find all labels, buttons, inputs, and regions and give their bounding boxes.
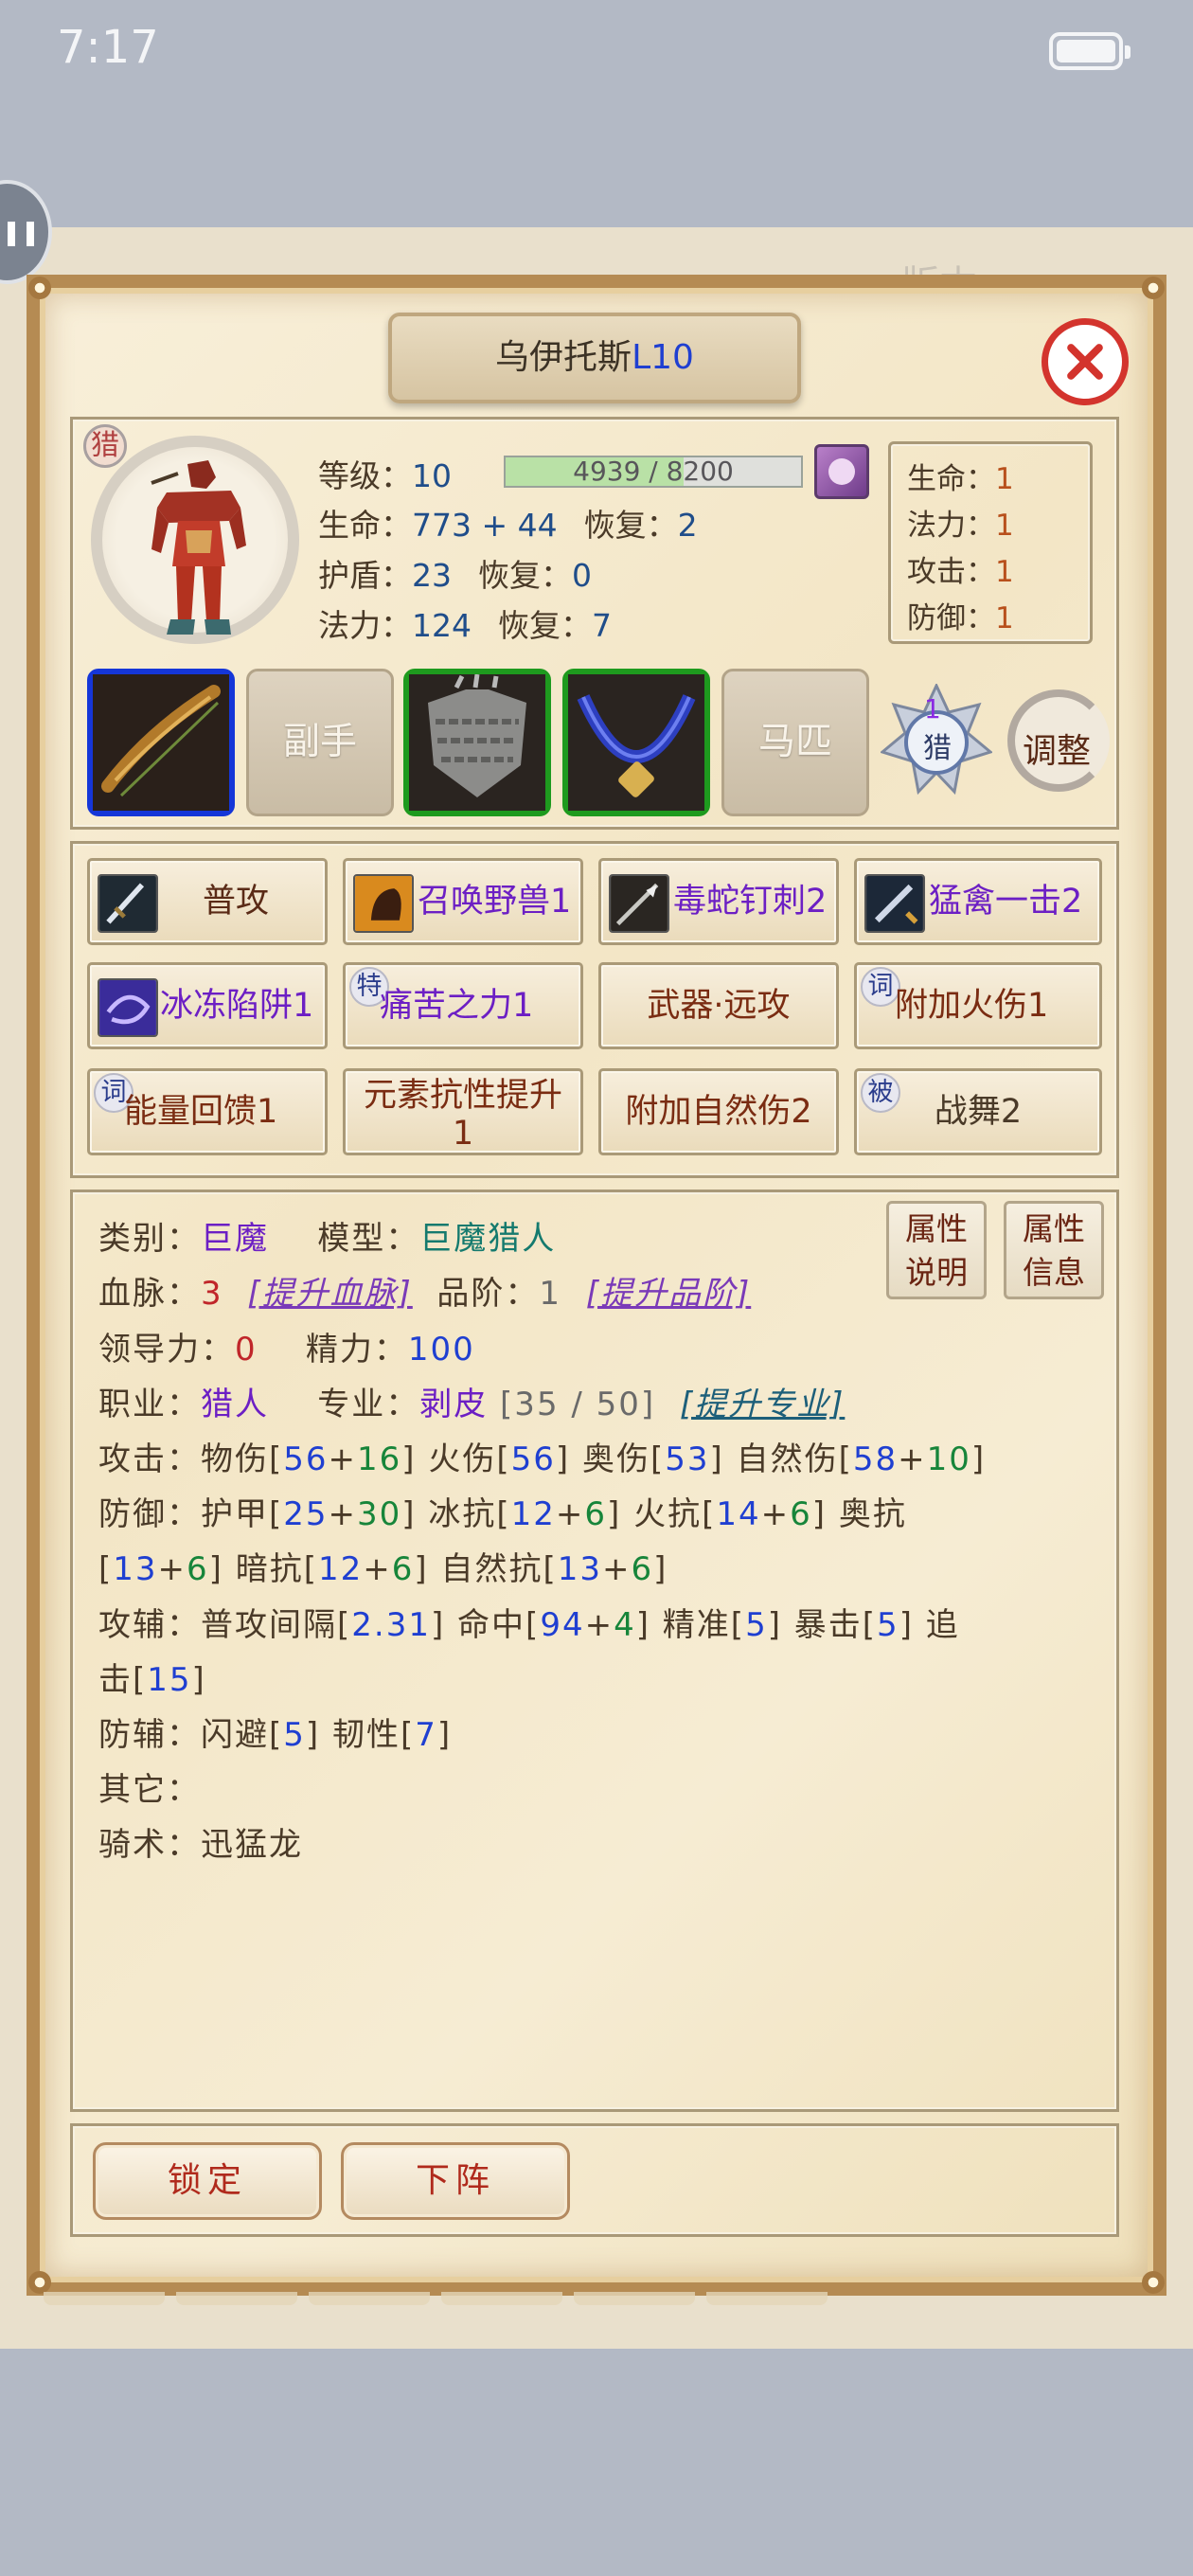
skill-label: 召唤野兽1 [418, 883, 572, 921]
bonus-attack: 攻击：1 [907, 555, 1014, 589]
skill-label: 附加火伤1 [895, 987, 1049, 1025]
tab-stub [706, 2292, 828, 2305]
stat-shield: 护盾：23 恢复：0 [318, 557, 592, 594]
skill-label: 能量回馈1 [124, 1093, 278, 1131]
info-category-line: 类别：巨魔 模型：巨魔猎人 [98, 1220, 557, 1258]
battery-icon [1049, 32, 1131, 70]
skill-elemental-resist[interactable]: 元素抗性提升 1 [343, 1068, 583, 1155]
equip-slot-necklace[interactable] [562, 669, 710, 816]
info-attack-assist-line: 攻辅：普攻间隔[2.31] 命中[94+4] 精准[5] 暴击[5] 追 [98, 1606, 960, 1644]
skill-label: 痛苦之力1 [380, 987, 534, 1025]
skill-label: 附加自然伤2 [625, 1093, 812, 1131]
equip-slot-offhand[interactable]: 副手 [246, 669, 394, 816]
close-button[interactable] [1042, 318, 1129, 405]
tab-stub [44, 2292, 165, 2305]
tab-stub [176, 2292, 297, 2305]
skill-label: 元素抗性提升 1 [363, 1077, 562, 1153]
spear-icon [609, 874, 669, 933]
frost-icon [98, 978, 158, 1037]
skill-label: 普攻 [202, 883, 269, 921]
corner-ornament [1142, 277, 1165, 299]
stat-hp: 生命：773 + 44 恢复：2 [318, 507, 698, 544]
remove-from-team-button[interactable]: 下阵 [341, 2142, 570, 2220]
info-other-line: 其它： [98, 1771, 201, 1809]
info-attack-assist-line-2: 击[15] [98, 1661, 206, 1699]
info-profession-line: 职业：猎人 专业：剥皮 [35 / 50] [提升专业] [98, 1386, 846, 1423]
skill-summon-beast[interactable]: 召唤野兽1 [343, 858, 583, 945]
info-attack-line: 攻击：物伤[56+16] 火伤[56] 奥伤[53] 自然伤[58+10] [98, 1440, 987, 1478]
equip-slot-armor[interactable] [403, 669, 551, 816]
equip-slot-offhand-label: 副手 [282, 721, 357, 763]
skill-label: 毒蛇钉刺2 [673, 883, 828, 921]
attribute-info-button[interactable]: 属性 信息 [1004, 1201, 1104, 1299]
equip-slot-mount-label: 马匹 [757, 721, 832, 763]
upgrade-profession-link[interactable]: [提升专业] [680, 1386, 846, 1423]
tab-stub [574, 2292, 695, 2305]
skill-nature-damage[interactable]: 附加自然伤2 [598, 1068, 839, 1155]
troll-hunter-avatar [151, 460, 246, 635]
stat-level: 等级：10 [318, 457, 452, 494]
necklace-icon [568, 674, 704, 811]
lock-button[interactable]: 锁定 [93, 2142, 322, 2220]
skill-war-dance[interactable]: 被 战舞2 [854, 1068, 1102, 1155]
character-name: 乌伊托斯 [495, 338, 632, 377]
skill-frost-trap[interactable]: 冰冻陷阱1 [87, 962, 328, 1049]
corner-ornament [28, 277, 51, 299]
strike-icon [864, 874, 925, 933]
gift-icon[interactable] [814, 444, 869, 499]
skill-pain-force[interactable]: 特 痛苦之力1 [343, 962, 583, 1049]
skill-normal-attack[interactable]: 普攻 [87, 858, 328, 945]
xp-progress-text: 4939 / 8200 [573, 456, 734, 487]
skill-label: 战舞2 [934, 1093, 1023, 1131]
skill-label: 猛禽一击2 [929, 883, 1083, 921]
status-bar: 7:17 [0, 0, 1193, 104]
tab-stub [441, 2292, 562, 2305]
upgrade-grade-link[interactable]: [提升品阶] [586, 1275, 752, 1313]
attribute-explain-button[interactable]: 属性 说明 [886, 1201, 987, 1299]
skill-fire-damage[interactable]: 词 附加火伤1 [854, 962, 1102, 1049]
info-bloodline-line: 血脉：3 [提升血脉] 品阶：1 [提升品阶] [98, 1275, 752, 1313]
corner-ornament [28, 2271, 51, 2294]
character-level-tag: L10 [632, 338, 694, 377]
tab-stub [309, 2292, 430, 2305]
info-defense-assist-line: 防辅：闪避[5] 韧性[7] [98, 1716, 453, 1754]
stat-mana: 法力：124 恢复：7 [318, 607, 612, 644]
adjust-button-label[interactable]: 调整 [1023, 724, 1091, 773]
info-leadership-line: 领导力：0 精力：100 [98, 1331, 475, 1368]
corner-ornament [1142, 2271, 1165, 2294]
skill-energy-feedback[interactable]: 词 能量回馈1 [87, 1068, 328, 1155]
info-defense-line: 防御：护甲[25+30] 冰抗[12+6] 火抗[14+6] 奥抗 [98, 1495, 907, 1533]
skill-label: 武器·远攻 [647, 987, 791, 1025]
beast-icon [353, 874, 414, 933]
hunter-badge-label: 猎 [923, 732, 952, 765]
hunter-badge-count: 1 [924, 693, 941, 724]
equip-slot-mount[interactable]: 马匹 [721, 669, 869, 816]
bonus-hp: 生命：1 [907, 462, 1014, 496]
bonus-mana: 法力：1 [907, 509, 1014, 543]
status-time: 7:17 [57, 21, 159, 74]
title-banner: 乌伊托斯L10 [388, 313, 801, 403]
info-riding-line: 骑术：迅猛龙 [98, 1826, 303, 1864]
skill-raptor-strike[interactable]: 猛禽一击2 [854, 858, 1102, 945]
xp-progress-bar: 4939 / 8200 [504, 456, 803, 488]
skill-weapon-ranged[interactable]: 武器·远攻 [598, 962, 839, 1049]
class-tag-badge: 猎 [83, 424, 127, 468]
page-title: 乌伊托斯L10 [392, 316, 797, 400]
equip-slot-weapon[interactable] [87, 669, 235, 816]
bow-icon [93, 674, 229, 811]
upgrade-bloodline-link[interactable]: [提升血脉] [247, 1275, 413, 1313]
skill-serpent-sting[interactable]: 毒蛇钉刺2 [598, 858, 839, 945]
scale-armor-icon [409, 673, 545, 811]
bonus-defense: 防御：1 [907, 601, 1014, 635]
info-defense-line-2: [13+6] 暗抗[12+6] 自然抗[13+6] [98, 1550, 668, 1588]
skill-label: 冰冻陷阱1 [160, 987, 314, 1025]
